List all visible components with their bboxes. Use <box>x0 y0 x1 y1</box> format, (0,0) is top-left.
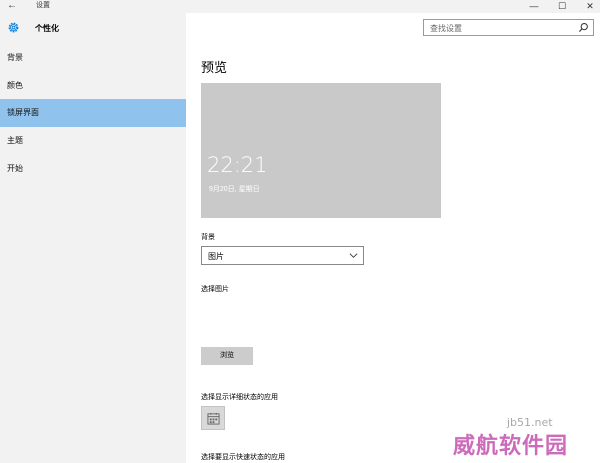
page-title: 预览 <box>201 60 228 75</box>
sidebar-item-colors[interactable]: 颜色 <box>0 72 186 100</box>
maximize-button[interactable]: ☐ <box>552 0 572 13</box>
sidebar-item-lock-screen[interactable]: 锁屏界面 <box>0 99 186 127</box>
chevron-down-icon <box>349 253 358 258</box>
detailed-status-label: 选择显示详细状态的应用 <box>201 394 278 401</box>
sidebar-item-start[interactable]: 开始 <box>0 155 186 183</box>
sidebar-item-themes[interactable]: 主题 <box>0 127 186 155</box>
search-icon[interactable] <box>578 22 589 33</box>
lock-screen-preview: 22:21 9月20日, 星期日 <box>201 83 441 218</box>
minimize-button[interactable]: — <box>524 0 544 13</box>
title-bar: ← 设置 — ☐ ✕ <box>0 0 600 13</box>
preview-date: 9月20日, 星期日 <box>209 186 260 193</box>
browse-button[interactable]: 浏览 <box>201 347 253 365</box>
calendar-icon <box>207 412 220 425</box>
search-input[interactable]: 查找设置 <box>423 19 594 36</box>
background-dropdown[interactable]: 图片 <box>201 246 364 265</box>
search-placeholder: 查找设置 <box>430 24 462 33</box>
background-label: 背景 <box>201 234 215 241</box>
preview-time: 22:21 <box>207 153 268 177</box>
watermark-brand: 威航软件园 <box>453 434 569 459</box>
back-button[interactable]: ← <box>7 0 17 12</box>
app-header: 个性化 <box>0 13 186 43</box>
sidebar-item-background[interactable]: 背景 <box>0 44 186 72</box>
dropdown-value: 图片 <box>208 252 224 261</box>
gear-icon <box>8 22 19 33</box>
window-title: 设置 <box>36 2 50 9</box>
choose-picture-label: 选择图片 <box>201 286 229 293</box>
quick-status-label: 选择要显示快速状态的应用 <box>201 454 285 461</box>
app-title: 个性化 <box>35 24 59 33</box>
close-button[interactable]: ✕ <box>580 0 600 13</box>
detailed-status-app-button[interactable] <box>201 406 225 430</box>
sidebar: 个性化 背景 颜色 锁屏界面 主题 开始 <box>0 13 186 463</box>
